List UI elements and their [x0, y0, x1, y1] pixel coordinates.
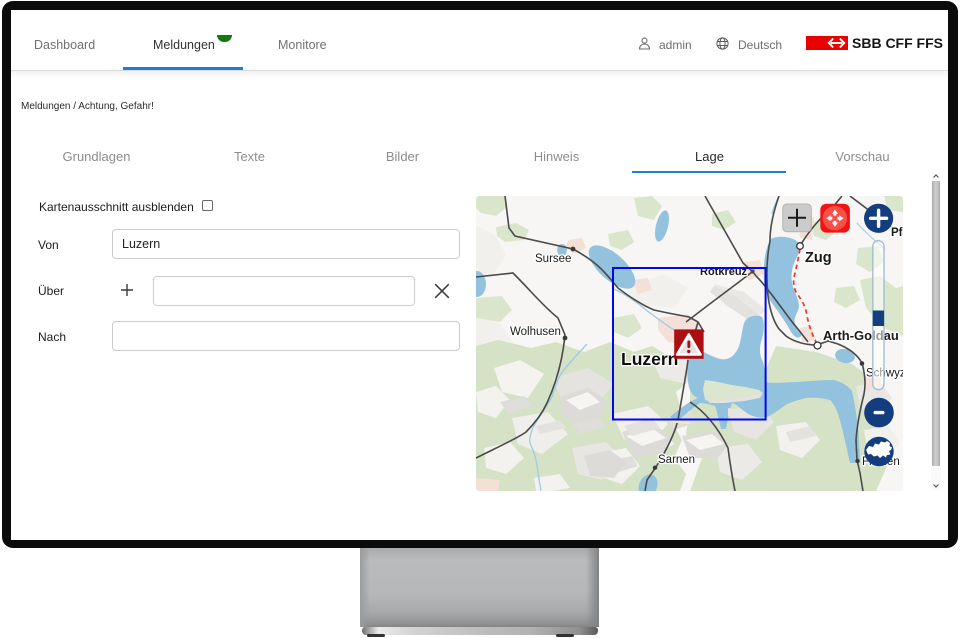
- svg-text:Zug: Zug: [805, 250, 832, 266]
- svg-text:Luzern: Luzern: [621, 349, 678, 369]
- svg-text:Pfä: Pfä: [891, 227, 903, 239]
- svg-text:Sursee: Sursee: [535, 253, 571, 265]
- svg-text:Sarnen: Sarnen: [658, 454, 695, 466]
- svg-text:Wolhusen: Wolhusen: [510, 326, 561, 338]
- svg-text:Arth-Goldau: Arth-Goldau: [823, 328, 899, 343]
